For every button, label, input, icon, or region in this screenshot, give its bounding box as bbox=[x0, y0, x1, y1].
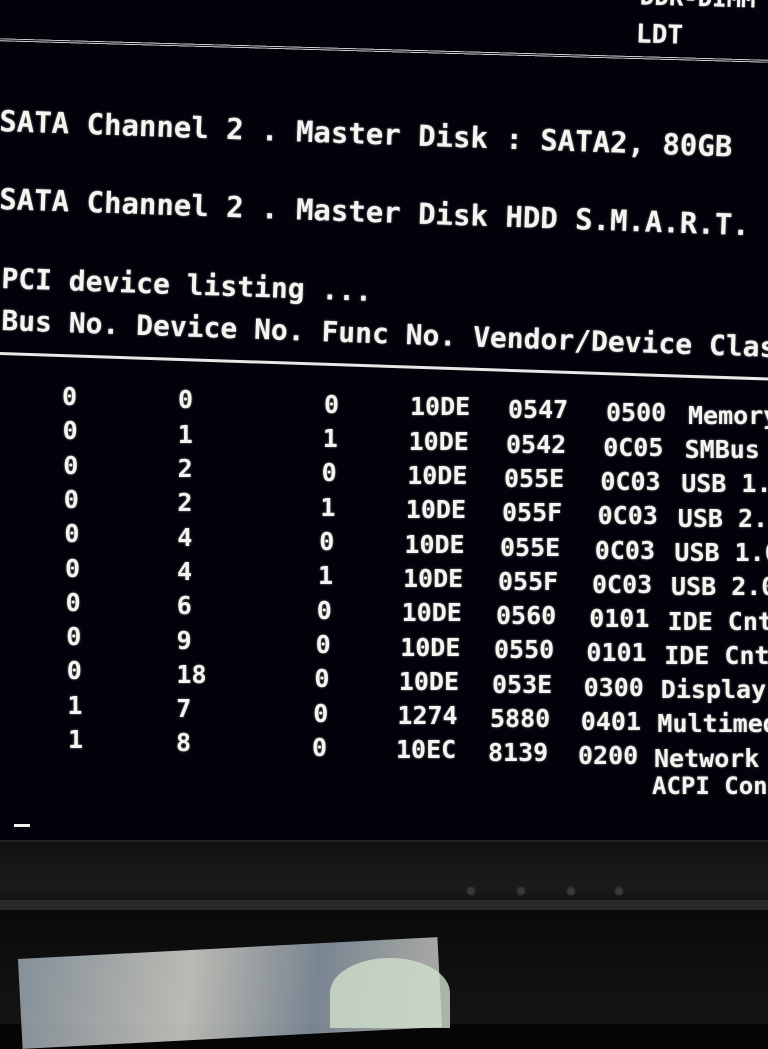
pci-cell-class: 0C03 bbox=[600, 466, 661, 496]
pci-cell-dev: 0 bbox=[178, 385, 194, 415]
pci-cell-vendor: 1274 bbox=[397, 701, 458, 731]
pci-cell-device: 055E bbox=[504, 463, 565, 493]
pci-cell-class: 0300 bbox=[583, 672, 644, 702]
pci-cell-bus: 0 bbox=[66, 656, 82, 686]
pci-cell-func: 0 bbox=[319, 527, 335, 557]
pci-cell-vendor: 10DE bbox=[404, 529, 465, 559]
monitor-stand-edge bbox=[0, 900, 768, 910]
pci-cell-vendor: 10EC bbox=[396, 735, 457, 765]
pci-cell-bus: 0 bbox=[64, 519, 80, 549]
pci-cell-bus: 0 bbox=[62, 416, 78, 446]
pci-cell-desc: IDE Cntr bbox=[667, 606, 768, 636]
pci-cell-desc: IDE Cntr bbox=[664, 640, 768, 670]
sata-disk-message: SATA Channel 2 . Master Disk : SATA2, 80… bbox=[0, 104, 733, 164]
pci-cell-vendor: 10DE bbox=[408, 426, 469, 456]
pci-cell-class: 0101 bbox=[586, 638, 647, 668]
pci-cell-vendor: 10DE bbox=[400, 632, 461, 662]
pci-cell-device: 0547 bbox=[508, 395, 569, 425]
pci-cell-device: 0560 bbox=[496, 601, 557, 631]
bios-screen: DDR-DIMM LDT SATA Channel 2 . Master Dis… bbox=[0, 0, 768, 840]
pci-cell-bus: 0 bbox=[66, 622, 82, 652]
pci-cell-dev: 9 bbox=[176, 625, 192, 655]
pci-cell-desc: USB 1.0 bbox=[681, 469, 768, 499]
pci-cell-class: 0200 bbox=[578, 741, 639, 771]
pci-cell-class: 0500 bbox=[606, 398, 667, 428]
pci-cell-bus: 0 bbox=[63, 450, 79, 480]
pci-cell-dev: 2 bbox=[177, 454, 193, 484]
pci-cell-func: 1 bbox=[320, 492, 336, 522]
pci-cell-dev: 6 bbox=[176, 591, 192, 621]
pci-cell-device: 8139 bbox=[488, 738, 549, 768]
pci-cell-device: 055F bbox=[498, 566, 559, 596]
pci-cell-device: 053E bbox=[492, 669, 553, 699]
pci-cell-device: 055F bbox=[502, 498, 563, 528]
pci-cell-desc: SMBus C bbox=[684, 435, 768, 465]
pci-cell-func: 0 bbox=[321, 458, 337, 488]
pci-cell-dev: 4 bbox=[177, 556, 193, 586]
pci-cell-desc: USB 1.0 bbox=[674, 537, 768, 567]
pci-cell-desc: USB 2.0 bbox=[677, 503, 768, 533]
pci-cell-device: 5880 bbox=[490, 704, 551, 734]
pci-cell-class: 0C05 bbox=[603, 432, 664, 462]
pci-cell-device: 0542 bbox=[506, 429, 567, 459]
pci-cell-dev: 1 bbox=[177, 419, 193, 449]
sata-smart-message: SATA Channel 2 . Master Disk HDD S.M.A.R… bbox=[0, 182, 768, 248]
pci-cell-vendor: 10DE bbox=[403, 563, 464, 593]
pci-cell-desc: Display C bbox=[660, 675, 768, 705]
pci-cell-vendor: 10DE bbox=[407, 461, 468, 491]
pci-cell-dev: 4 bbox=[177, 522, 193, 552]
pci-cell-vendor: 10DE bbox=[410, 392, 471, 422]
paper-cup bbox=[330, 958, 450, 1028]
pci-cell-device: 0550 bbox=[494, 635, 555, 665]
pci-table-header: Bus No. Device No. Func No. Vendor/Devic… bbox=[0, 304, 768, 369]
pci-cell-desc: Memory bbox=[688, 400, 768, 430]
pci-cell-bus: 0 bbox=[65, 587, 81, 617]
pci-cell-bus: 0 bbox=[65, 553, 81, 583]
pci-cell-bus: 0 bbox=[62, 382, 78, 411]
monitor-button[interactable] bbox=[614, 886, 624, 896]
pci-cell-class: 0C03 bbox=[592, 569, 653, 599]
pci-cell-func: 0 bbox=[312, 732, 328, 762]
pci-cell-func: 1 bbox=[322, 424, 338, 454]
pci-cell-func: 0 bbox=[324, 389, 340, 419]
pci-cell-func: 0 bbox=[316, 595, 332, 625]
pci-cell-vendor: 10DE bbox=[401, 598, 462, 628]
pci-cell-vendor: 10DE bbox=[398, 666, 460, 696]
ldt-label: LDT bbox=[635, 19, 684, 51]
pci-cell-func: 1 bbox=[318, 561, 334, 591]
pci-cell-dev: 8 bbox=[176, 728, 192, 758]
monitor-button[interactable] bbox=[466, 886, 476, 896]
pci-cell-dev: 2 bbox=[177, 488, 193, 518]
pci-cell-device: 055E bbox=[500, 532, 561, 562]
pci-cell-desc: Network C bbox=[654, 743, 768, 773]
pci-cell-dev: 18 bbox=[176, 659, 207, 689]
pci-cell-class: 0101 bbox=[589, 604, 650, 634]
pci-cell-vendor: 10DE bbox=[405, 495, 467, 525]
monitor-button[interactable] bbox=[566, 886, 576, 896]
pci-trailing-desc: ACPI Contr bbox=[652, 772, 768, 800]
pci-cell-bus: 1 bbox=[67, 690, 83, 720]
pci-cell-bus: 0 bbox=[63, 484, 79, 514]
pci-cell-bus: 1 bbox=[68, 725, 84, 754]
pci-cell-class: 0C03 bbox=[594, 535, 656, 565]
pci-cell-dev: 7 bbox=[176, 694, 192, 724]
pci-cell-class: 0401 bbox=[580, 707, 642, 737]
pci-cell-func: 0 bbox=[314, 664, 330, 694]
pci-cell-func: 0 bbox=[315, 629, 331, 659]
pci-cell-desc: Multimedi bbox=[657, 709, 768, 739]
pci-cell-desc: USB 2.0 bbox=[671, 572, 768, 602]
text-cursor bbox=[14, 824, 30, 827]
pci-cell-class: 0C03 bbox=[597, 501, 658, 531]
pci-cell-func: 0 bbox=[313, 698, 329, 728]
pci-listing-title: PCI device listing ... bbox=[0, 262, 373, 308]
monitor-button[interactable] bbox=[516, 886, 526, 896]
